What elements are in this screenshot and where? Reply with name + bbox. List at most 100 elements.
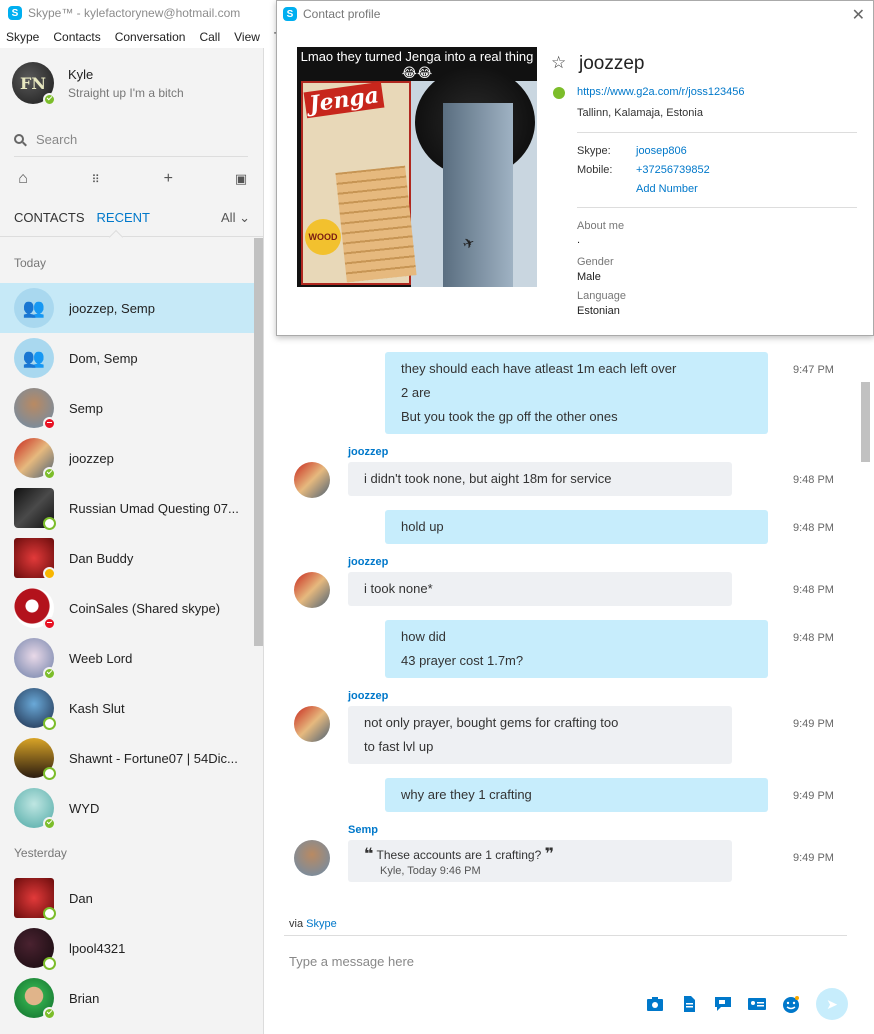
sidebar-scrollbar[interactable] — [254, 238, 263, 646]
contact-tabs: CONTACTS RECENT All ⌄ — [14, 210, 250, 226]
search-box[interactable]: Search — [14, 128, 246, 150]
home-icon[interactable]: ⌂ — [14, 170, 32, 188]
avatar — [14, 388, 56, 430]
gender-label: Gender — [577, 256, 614, 268]
contact-item[interactable]: Dan — [0, 873, 254, 923]
message-time: 9:49 PM — [793, 852, 834, 864]
filter-dropdown[interactable]: All ⌄ — [221, 210, 250, 226]
message-time: 9:47 PM — [793, 364, 834, 376]
outgoing-message[interactable]: how did 43 prayer cost 1.7m? — [385, 620, 768, 678]
contact-item[interactable]: Brian — [0, 973, 254, 1023]
contact-item[interactable]: lpool4321 — [0, 923, 254, 973]
conversation-scrollbar[interactable] — [861, 382, 870, 462]
dnd-status-icon — [43, 617, 56, 630]
avatar — [14, 438, 56, 480]
meme-game-box: Jenga WOOD — [301, 81, 417, 285]
sender-avatar[interactable] — [294, 706, 330, 742]
sender-avatar[interactable] — [294, 572, 330, 608]
message-sender[interactable]: Semp — [348, 824, 378, 836]
outgoing-message[interactable]: they should each have atleast 1m each le… — [385, 352, 768, 434]
message-sender[interactable]: joozzep — [348, 690, 388, 702]
menu-conversation[interactable]: Conversation — [115, 30, 186, 44]
contact-item[interactable]: Russian Umad Questing 07... — [0, 483, 254, 533]
filter-label: All — [221, 210, 236, 225]
contact-item[interactable]: Kash Slut — [0, 683, 254, 733]
about-label: About me — [577, 220, 625, 232]
skype-logo-icon: S — [283, 7, 297, 21]
message-sender[interactable]: joozzep — [348, 556, 388, 568]
contact-item[interactable]: Semp — [0, 383, 254, 433]
avatar — [14, 878, 56, 920]
contact-item[interactable]: joozzep — [0, 433, 254, 483]
my-avatar[interactable]: FN — [12, 62, 56, 106]
menu-contacts[interactable]: Contacts — [53, 30, 100, 44]
contact-item[interactable]: 👥 joozzep, Semp — [0, 283, 254, 333]
menu-skype[interactable]: Skype — [6, 30, 39, 44]
search-placeholder[interactable]: Search — [36, 132, 77, 147]
search-divider — [14, 156, 248, 157]
language-label: Language — [577, 290, 626, 302]
profile-divider — [577, 132, 857, 133]
my-avatar-text: FN — [20, 73, 46, 93]
avatar — [14, 978, 56, 1020]
contact-item[interactable]: 👥 Dom, Semp — [0, 333, 254, 383]
outgoing-message[interactable]: hold up — [385, 510, 768, 544]
close-icon[interactable]: ✕ — [852, 5, 865, 25]
contact-item[interactable]: WYD — [0, 783, 254, 833]
popup-title: Contact profile — [303, 7, 381, 21]
send-icon[interactable]: ➤ — [816, 988, 848, 1020]
contact-item[interactable]: Shawnt - Fortune07 | 54Dic... — [0, 733, 254, 783]
quoted-message[interactable]: ❝ These accounts are 1 crafting? ❞ Kyle,… — [348, 840, 732, 882]
via-skype-link[interactable]: Skype — [306, 918, 337, 930]
profile-link[interactable]: https://www.g2a.com/r/joss123456 — [577, 86, 745, 98]
message-text: why are they 1 crafting — [401, 787, 532, 802]
tab-contacts[interactable]: CONTACTS — [14, 210, 85, 226]
gender-value: Male — [577, 271, 601, 283]
offline-status-icon — [43, 957, 56, 970]
add-number-link[interactable]: Add Number — [636, 183, 698, 195]
add-icon[interactable]: + — [159, 170, 177, 188]
message-line: not only prayer, bought gems for craftin… — [364, 715, 619, 730]
menu-call[interactable]: Call — [199, 30, 220, 44]
offline-status-icon — [43, 517, 56, 530]
profile-divider — [577, 207, 857, 208]
incoming-message[interactable]: i took none* — [348, 572, 732, 606]
offline-status-icon — [43, 907, 56, 920]
contact-item[interactable]: Weeb Lord — [0, 633, 254, 683]
skype-id[interactable]: joosep806 — [636, 145, 687, 157]
dnd-status-icon — [43, 417, 56, 430]
avatar — [14, 638, 56, 680]
my-mood-message[interactable]: Straight up I'm a bitch — [68, 86, 184, 100]
profile-picture: ✈ Jenga WOOD Lmao they turned Jenga into… — [297, 47, 537, 287]
media-icon[interactable] — [646, 996, 664, 1012]
avatar — [14, 928, 56, 970]
sender-avatar[interactable] — [294, 462, 330, 498]
avatar — [14, 738, 56, 780]
message-input[interactable]: Type a message here — [289, 954, 414, 969]
mobile-number[interactable]: +37256739852 — [636, 164, 710, 176]
contact-item[interactable]: CoinSales (Shared skype) — [0, 583, 254, 633]
avatar — [14, 588, 56, 630]
contact-card-icon[interactable] — [748, 996, 766, 1012]
file-icon[interactable] — [680, 996, 698, 1012]
contact-item[interactable]: Dan Buddy — [0, 533, 254, 583]
emoticon-icon[interactable] — [782, 996, 800, 1013]
favorite-star-icon[interactable]: ☆ — [551, 53, 566, 73]
message-time: 9:48 PM — [793, 522, 834, 534]
tab-recent[interactable]: RECENT — [97, 210, 150, 226]
language-value: Estonian — [577, 305, 620, 317]
bot-icon[interactable]: ▣ — [232, 171, 250, 187]
incoming-message[interactable]: not only prayer, bought gems for craftin… — [348, 706, 732, 764]
open-quote-icon: ❝ — [364, 846, 374, 863]
dialpad-icon[interactable]: ⠿ — [87, 173, 105, 186]
menu-view[interactable]: View — [234, 30, 260, 44]
online-status-icon — [43, 817, 56, 830]
outgoing-message[interactable]: why are they 1 crafting — [385, 778, 768, 812]
incoming-message[interactable]: i didn't took none, but aight 18m for se… — [348, 462, 732, 496]
sender-avatar[interactable] — [294, 840, 330, 876]
composer-toolbar: ➤ — [646, 988, 848, 1020]
video-message-icon[interactable] — [714, 996, 732, 1012]
my-profile[interactable]: FN Kyle Straight up I'm a bitch — [12, 62, 184, 106]
offline-status-icon — [43, 767, 56, 780]
message-sender[interactable]: joozzep — [348, 446, 388, 458]
